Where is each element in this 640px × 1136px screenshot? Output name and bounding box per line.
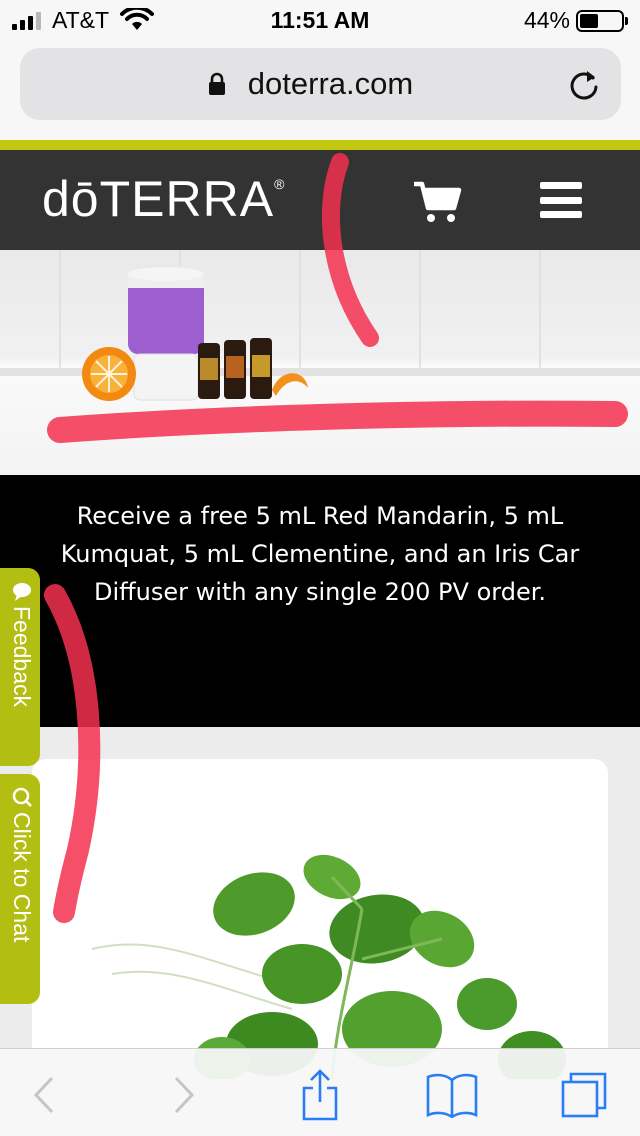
product-card[interactable] (32, 759, 608, 1079)
battery-level (580, 14, 598, 28)
bookmarks-button[interactable] (424, 1067, 480, 1123)
feedback-label: Feedback (9, 606, 35, 708)
promo-text: Receive a free 5 mL Red Mandarin, 5 mL K… (60, 502, 580, 606)
forward-arrow-icon (174, 1076, 195, 1114)
hamburger-menu-icon[interactable] (540, 182, 582, 218)
tabs-button[interactable] (556, 1067, 612, 1123)
registered-mark: ® (274, 176, 286, 192)
feedback-tab[interactable]: Feedback (0, 568, 40, 766)
url-text: doterra.com (247, 66, 414, 101)
reload-icon[interactable] (567, 68, 601, 102)
bookmarks-icon (426, 1073, 478, 1118)
battery-percent: 44% (523, 7, 570, 33)
site-header: dōTERRA® (0, 150, 640, 250)
share-icon (302, 1069, 338, 1121)
share-button[interactable] (292, 1067, 348, 1123)
back-button[interactable] (16, 1067, 72, 1123)
cart-icon[interactable] (412, 180, 462, 224)
header-accent-strip (0, 140, 640, 150)
diffuser-product-image (0, 250, 640, 401)
back-arrow-icon (33, 1076, 54, 1114)
doterra-logo[interactable]: dōTERRA® (42, 170, 285, 228)
click-to-chat-tab[interactable]: Click to Chat (0, 774, 40, 1004)
browser-toolbar (0, 1048, 640, 1136)
chat-label: Click to Chat (9, 812, 35, 943)
promo-banner[interactable]: Receive a free 5 mL Red Mandarin, 5 mL K… (0, 475, 640, 727)
forward-button[interactable] (156, 1067, 212, 1123)
speech-bubble-icon (12, 583, 31, 601)
hero-banner[interactable] (0, 250, 640, 475)
status-bar: AT&T 11:51 AM 44% (0, 0, 640, 40)
address-bar[interactable]: doterra.com (20, 48, 621, 120)
browser-address-area: doterra.com (0, 40, 640, 140)
chat-icon (12, 787, 32, 807)
oregano-product-image (91, 854, 566, 1079)
tabs-icon (561, 1072, 607, 1118)
logo-text: dōTERRA (42, 171, 275, 227)
content-area (0, 727, 640, 1079)
battery-icon (576, 10, 628, 32)
